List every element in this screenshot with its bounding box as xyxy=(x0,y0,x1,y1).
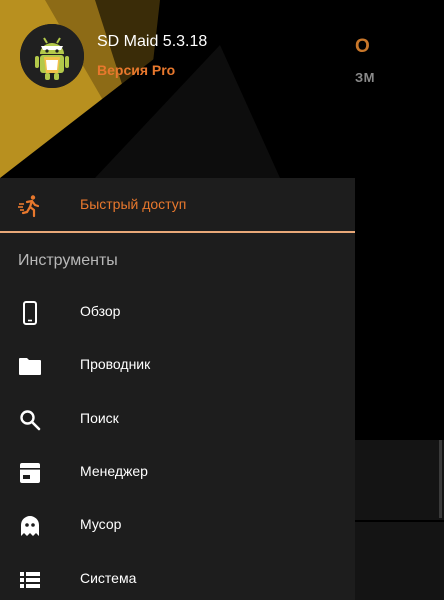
app-logo-avatar xyxy=(20,24,84,88)
background-subtitle-fragment: ЗМ xyxy=(355,70,375,85)
menu-item-system-cleaner[interactable]: Система xyxy=(0,554,355,600)
menu-item-label: Система xyxy=(80,570,137,586)
menu-item-quick-access[interactable]: Быстрый доступ xyxy=(0,180,355,232)
search-icon xyxy=(18,408,42,432)
folder-icon xyxy=(18,354,42,378)
menu-item-label: Быстрый доступ xyxy=(80,196,187,212)
smartphone-icon xyxy=(18,301,42,325)
navigation-drawer: SD Maid 5.3.18 Версия Pro Быстрый доступ… xyxy=(0,0,355,600)
list-icon xyxy=(18,568,42,592)
menu-item-corpse-finder[interactable]: Мусор xyxy=(0,500,355,552)
menu-item-label: Поиск xyxy=(80,410,119,426)
menu-item-label: Мусор xyxy=(80,516,122,532)
menu-item-search[interactable]: Поиск xyxy=(0,394,355,446)
divider xyxy=(0,231,355,233)
ghost-icon xyxy=(18,514,42,538)
menu-item-label: Проводник xyxy=(80,356,151,372)
menu-item-label: Обзор xyxy=(80,303,121,319)
menu-item-overview[interactable]: Обзор xyxy=(0,287,355,339)
app-manager-icon xyxy=(18,461,42,485)
background-title-fragment: O xyxy=(355,36,370,57)
android-maid-logo-icon xyxy=(20,24,84,88)
app-name: SD Maid 5.3.18 xyxy=(97,33,208,50)
running-man-icon xyxy=(18,194,42,218)
drawer-header: SD Maid 5.3.18 Версия Pro xyxy=(0,0,355,178)
section-header-tools: Инструменты xyxy=(18,252,118,269)
background-card xyxy=(355,440,444,520)
app-edition-label: Версия Pro xyxy=(97,62,176,78)
menu-item-explorer[interactable]: Проводник xyxy=(0,340,355,392)
background-card xyxy=(355,522,444,600)
background-scrollbar xyxy=(439,440,442,518)
menu-item-app-manager[interactable]: Менеджер xyxy=(0,447,355,499)
menu-item-label: Менеджер xyxy=(80,463,148,479)
